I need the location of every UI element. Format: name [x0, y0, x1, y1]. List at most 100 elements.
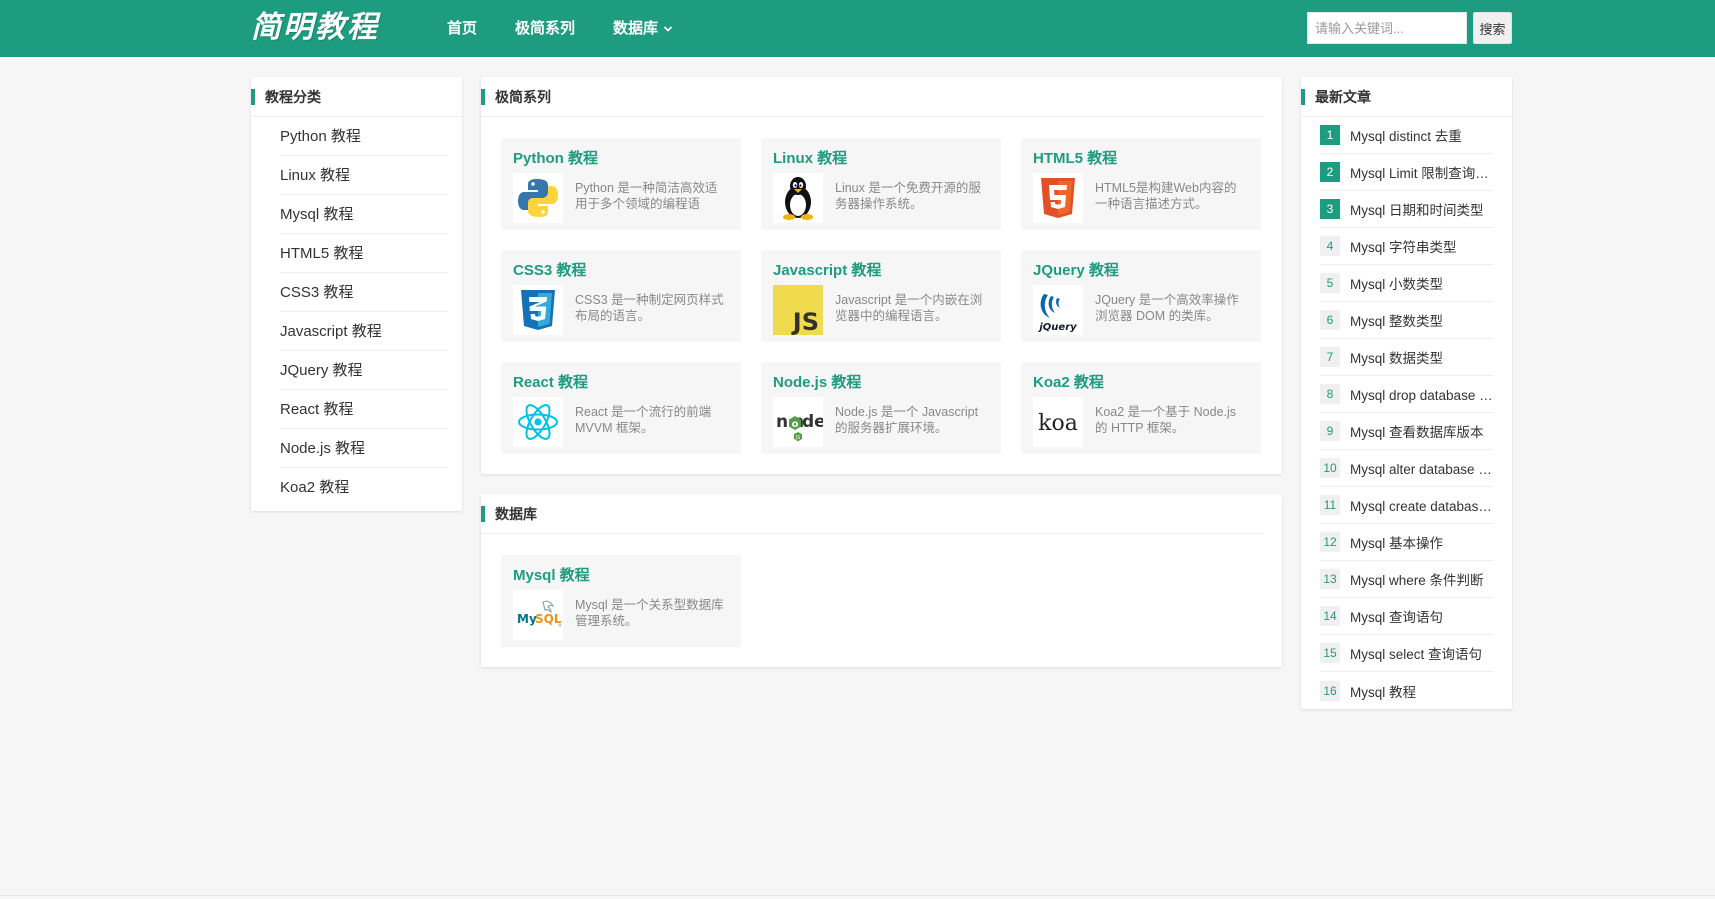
- article-rank-badge: 16: [1320, 680, 1340, 701]
- tutorial-card-koa2[interactable]: Koa2 教程 koa Koa2 是一个基于 Node.js 的 HTTP 框架…: [1021, 362, 1261, 454]
- category-item-nodejs[interactable]: Node.js 教程: [280, 429, 448, 468]
- tutorial-name[interactable]: React 教程: [513, 371, 588, 392]
- tutorial-card-react[interactable]: React 教程 React 是一个流行的前端 MVVM 框架。: [501, 362, 741, 454]
- article-rank-badge: 9: [1320, 421, 1340, 441]
- article-item[interactable]: 4 Mysql 字符串类型: [1320, 228, 1493, 265]
- tutorial-name[interactable]: Mysql 教程: [513, 564, 590, 585]
- css3-icon[interactable]: [513, 285, 563, 335]
- koa-icon[interactable]: koa: [1033, 397, 1083, 447]
- tutorial-grid: Python 教程 Python 是一种简洁高效适用于多个领域的编程语 Linu…: [501, 138, 1261, 454]
- nav-home[interactable]: 首页: [447, 0, 477, 57]
- svg-text:JS: JS: [791, 308, 819, 335]
- article-item[interactable]: 15 Mysql select 查询语句: [1320, 635, 1493, 672]
- tutorial-name[interactable]: Linux 教程: [773, 147, 847, 168]
- chevron-down-icon: [663, 25, 673, 32]
- tutorial-name[interactable]: HTML5 教程: [1033, 147, 1117, 168]
- article-title[interactable]: Mysql Limit 限制查询记录数: [1350, 162, 1493, 182]
- article-rank-badge: 12: [1320, 532, 1340, 552]
- tutorial-desc: Python 是一种简洁高效适用于多个领域的编程语: [575, 181, 718, 211]
- category-item-css3[interactable]: CSS3 教程: [280, 273, 448, 312]
- article-item[interactable]: 12 Mysql 基本操作: [1320, 524, 1493, 561]
- tutorial-name[interactable]: Python 教程: [513, 147, 598, 168]
- jquery-icon[interactable]: jQuery: [1033, 285, 1083, 335]
- category-item-html5[interactable]: HTML5 教程: [280, 234, 448, 273]
- article-item[interactable]: 10 Mysql alter database 修改数据库: [1320, 450, 1493, 487]
- article-rank-badge: 2: [1320, 162, 1340, 182]
- article-item[interactable]: 2 Mysql Limit 限制查询记录数: [1320, 154, 1493, 191]
- svg-text:n: n: [776, 412, 788, 432]
- category-item-javascript[interactable]: Javascript 教程: [280, 312, 448, 351]
- svg-text:My: My: [517, 612, 537, 626]
- article-item[interactable]: 11 Mysql create database 创建数据库: [1320, 487, 1493, 524]
- article-title[interactable]: Mysql 整数类型: [1350, 310, 1493, 330]
- latest-articles-sidebar: 最新文章 1 Mysql distinct 去重 2 Mysql Limit 限制查…: [1301, 77, 1512, 709]
- svg-text:o: o: [792, 419, 799, 430]
- article-rank-badge: 7: [1320, 347, 1340, 367]
- article-rank-badge: 15: [1320, 643, 1340, 663]
- article-rank-badge: 13: [1320, 569, 1340, 589]
- tutorial-name[interactable]: CSS3 教程: [513, 259, 586, 280]
- article-title[interactable]: Mysql create database 创建数据库: [1350, 495, 1493, 515]
- article-title[interactable]: Mysql 查看数据库版本: [1350, 421, 1493, 441]
- html5-icon[interactable]: [1033, 173, 1083, 223]
- python-icon[interactable]: [513, 173, 563, 223]
- category-item-koa2[interactable]: Koa2 教程: [280, 468, 448, 507]
- article-item[interactable]: 9 Mysql 查看数据库版本: [1320, 413, 1493, 450]
- tutorial-name[interactable]: JQuery 教程: [1033, 259, 1119, 280]
- svg-text:jQuery: jQuery: [1037, 322, 1077, 333]
- category-item-react[interactable]: React 教程: [280, 390, 448, 429]
- article-item[interactable]: 3 Mysql 日期和时间类型: [1320, 191, 1493, 228]
- tutorial-name[interactable]: Koa2 教程: [1033, 371, 1104, 392]
- search-input[interactable]: [1307, 12, 1467, 44]
- react-icon[interactable]: [513, 397, 563, 447]
- tutorial-card-html5[interactable]: HTML5 教程 HTML5是构建Web内容的一种语言描述方式。: [1021, 138, 1261, 230]
- article-title[interactable]: Mysql distinct 去重: [1350, 125, 1493, 145]
- article-item[interactable]: 5 Mysql 小数类型: [1320, 265, 1493, 302]
- tutorial-card-jquery[interactable]: JQuery 教程 jQuery JQuery 是一个高效率操作浏览器 DOM …: [1021, 250, 1261, 342]
- tutorial-name[interactable]: Javascript 教程: [773, 259, 881, 280]
- article-title[interactable]: Mysql 数据类型: [1350, 347, 1493, 367]
- tutorial-card-mysql[interactable]: Mysql 教程 My SQL ® Mysql 是一个关系型数据库管理系统。: [501, 555, 741, 647]
- category-item-linux[interactable]: Linux 教程: [280, 156, 448, 195]
- category-item-mysql[interactable]: Mysql 教程: [280, 195, 448, 234]
- article-title[interactable]: Mysql 小数类型: [1350, 273, 1493, 293]
- linux-tux-icon[interactable]: [773, 173, 823, 223]
- nav-database-dropdown[interactable]: 数据库: [613, 0, 673, 57]
- article-rank-badge: 1: [1320, 125, 1340, 145]
- nav-minimal-series[interactable]: 极简系列: [515, 0, 575, 57]
- article-item[interactable]: 13 Mysql where 条件判断: [1320, 561, 1493, 598]
- article-title[interactable]: Mysql drop database 删除数据库: [1350, 384, 1493, 404]
- tutorial-desc: JQuery 是一个高效率操作浏览器 DOM 的类库。: [1095, 293, 1239, 323]
- javascript-icon[interactable]: JS: [773, 285, 823, 335]
- article-item[interactable]: 7 Mysql 数据类型: [1320, 339, 1493, 376]
- tutorial-card-javascript[interactable]: Javascript 教程 JS Javascript 是一个内嵌在浏览器中的编…: [761, 250, 1001, 342]
- tutorial-name[interactable]: Node.js 教程: [773, 371, 861, 392]
- tutorial-card-nodejs[interactable]: Node.js 教程 n n o de JS Node.js 是一个 Javas…: [761, 362, 1001, 454]
- article-title[interactable]: Mysql 日期和时间类型: [1350, 199, 1493, 219]
- tutorial-card-css3[interactable]: CSS3 教程 CSS3 是一种制定网页样式布局的语言。: [501, 250, 741, 342]
- category-item-python[interactable]: Python 教程: [280, 117, 448, 156]
- article-title[interactable]: Mysql 字符串类型: [1350, 236, 1493, 256]
- mysql-icon[interactable]: My SQL ®: [513, 590, 563, 640]
- tutorial-card-python[interactable]: Python 教程 Python 是一种简洁高效适用于多个领域的编程语: [501, 138, 741, 230]
- article-item[interactable]: 1 Mysql distinct 去重: [1320, 117, 1493, 154]
- article-rank-badge: 14: [1320, 606, 1340, 626]
- nodejs-icon[interactable]: n n o de JS: [773, 397, 823, 447]
- category-item-jquery[interactable]: JQuery 教程: [280, 351, 448, 390]
- article-title[interactable]: Mysql where 条件判断: [1350, 569, 1493, 589]
- article-title[interactable]: Mysql select 查询语句: [1350, 643, 1493, 663]
- tutorial-desc: CSS3 是一种制定网页样式布局的语言。: [575, 293, 724, 323]
- article-item[interactable]: 16 Mysql 教程: [1320, 672, 1493, 709]
- tutorial-card-linux[interactable]: Linux 教程 Linux 是一个免费开源的服务器操作系统。: [761, 138, 1001, 230]
- article-title[interactable]: Mysql 查询语句: [1350, 606, 1493, 626]
- article-item[interactable]: 8 Mysql drop database 删除数据库: [1320, 376, 1493, 413]
- article-rank-badge: 5: [1320, 273, 1340, 293]
- article-item[interactable]: 6 Mysql 整数类型: [1320, 302, 1493, 339]
- article-title[interactable]: Mysql 基本操作: [1350, 532, 1493, 552]
- article-item[interactable]: 14 Mysql 查询语句: [1320, 598, 1493, 635]
- article-title[interactable]: Mysql 教程: [1350, 681, 1493, 701]
- site-logo[interactable]: 简明教程: [251, 9, 379, 47]
- article-title[interactable]: Mysql alter database 修改数据库: [1350, 458, 1493, 478]
- main-nav: 首页 极简系列 数据库: [447, 0, 711, 57]
- search-button[interactable]: 搜索: [1473, 12, 1512, 44]
